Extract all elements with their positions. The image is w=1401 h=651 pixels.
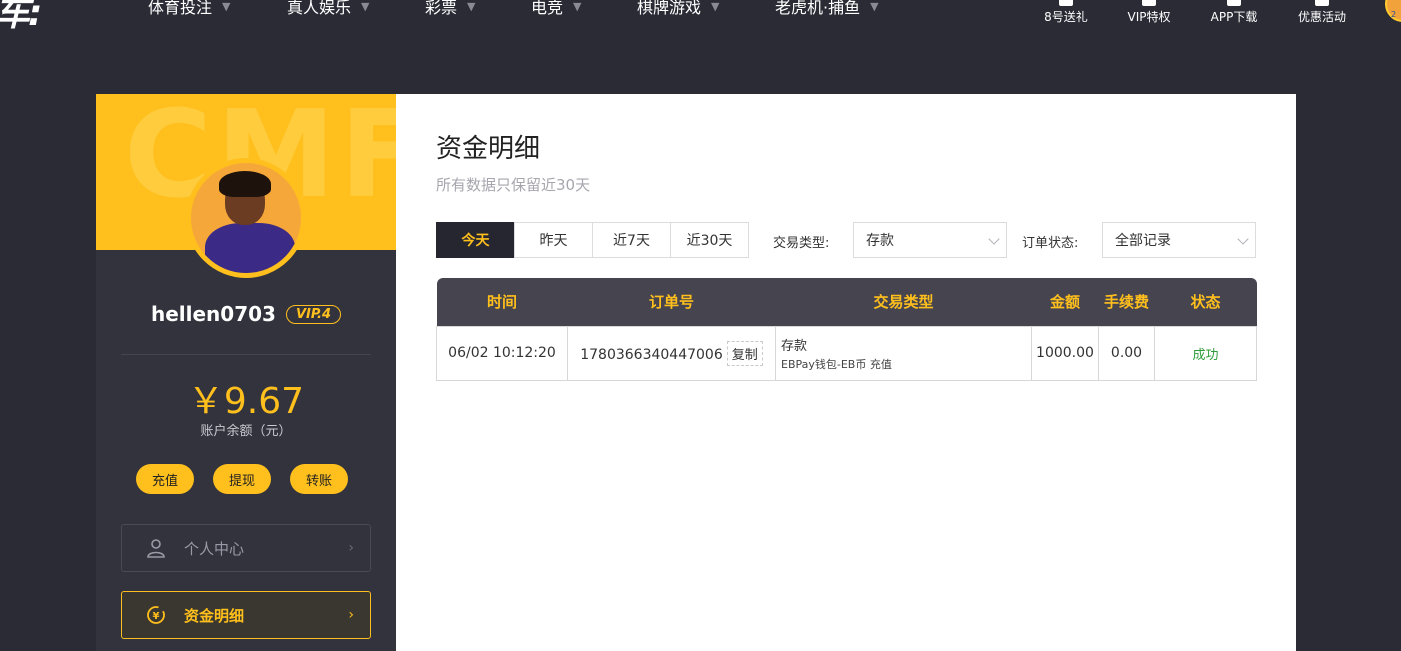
transfer-button[interactable]: 转账 xyxy=(290,464,348,494)
util-app-download[interactable]: APP下载 xyxy=(1199,0,1269,25)
type-select[interactable]: 存款 xyxy=(853,222,1007,258)
yen-coin-icon: ¥ xyxy=(146,605,166,625)
cell-amount: 1000.00 xyxy=(1031,325,1099,381)
column-header-amount: 金额 xyxy=(1031,278,1099,326)
divider xyxy=(121,354,371,355)
tab-yesterday[interactable]: 昨天 xyxy=(514,222,593,258)
type-select-value: 存款 xyxy=(866,233,894,249)
column-header-fee: 手续费 xyxy=(1098,278,1155,326)
util-app-download-label: APP下载 xyxy=(1210,10,1258,24)
cell-order-no: 1780366340447006 复制 xyxy=(567,325,776,381)
avatar-body xyxy=(205,223,295,273)
promo-icon xyxy=(1315,0,1329,6)
nav-card-games[interactable]: 棋牌游戏 ▼ xyxy=(637,0,720,17)
top-navbar: 车: 体育投注 ▼ 真人娱乐 ▼ 彩票 ▼ 电竞 ▼ 棋牌游戏 ▼ 老虎机·捕鱼… xyxy=(0,0,1401,40)
nav-sports[interactable]: 体育投注 ▼ xyxy=(148,0,231,17)
menu-item-label: 个人中心 xyxy=(184,539,245,558)
transaction-type-detail: EBPay钱包-EB币 充值 xyxy=(781,357,892,371)
cell-status: 成功 xyxy=(1154,325,1257,381)
gift-icon xyxy=(1059,0,1073,6)
page-subtitle: 所有数据只保留近30天 xyxy=(436,176,591,194)
nav-live-casino[interactable]: 真人娱乐 ▼ xyxy=(287,0,370,17)
order-number: 1780366340447006 xyxy=(580,346,723,363)
column-header-time: 时间 xyxy=(436,278,568,326)
nav-lottery-label: 彩票 xyxy=(425,0,458,17)
chevron-down-icon: ▼ xyxy=(711,0,720,13)
chevron-down-icon xyxy=(1237,233,1249,245)
page-title: 资金明细 xyxy=(436,134,541,164)
cell-type: 存款 EBPay钱包-EB币 充值 xyxy=(775,325,1032,381)
nav-card-games-label: 棋牌游戏 xyxy=(637,0,702,17)
profile-sidebar: CMF hellen0703 VIP.4 ￥9.67 账户余额（元） 充值 提现… xyxy=(96,94,396,651)
nav-slots-fishing-label: 老虎机·捕鱼 xyxy=(775,0,861,17)
avatar-badge: 2 xyxy=(1391,10,1397,19)
user-avatar[interactable]: 2 xyxy=(1385,0,1401,22)
tab-today[interactable]: 今天 xyxy=(436,222,515,258)
transaction-type: 存款 xyxy=(781,338,808,354)
type-filter-label: 交易类型: xyxy=(773,236,830,251)
tab-7-days[interactable]: 近7天 xyxy=(592,222,671,258)
nav-slots-fishing[interactable]: 老虎机·捕鱼 ▼ xyxy=(775,0,879,17)
status-select-value: 全部记录 xyxy=(1115,233,1171,249)
cell-time: 06/02 10:12:20 xyxy=(436,325,568,381)
column-header-type: 交易类型 xyxy=(775,278,1032,326)
chevron-down-icon: ▼ xyxy=(870,0,879,13)
util-gift[interactable]: 8号送礼 xyxy=(1031,0,1101,25)
username: hellen0703 xyxy=(150,302,276,326)
chevron-right-icon: › xyxy=(348,540,354,556)
nav-live-casino-label: 真人娱乐 xyxy=(287,0,352,17)
menu-item-fund-details[interactable]: ¥ 资金明细 › xyxy=(121,591,371,639)
balance-amount: ￥9.67 xyxy=(187,381,305,422)
util-gift-label: 8号送礼 xyxy=(1044,10,1088,24)
nav-esports[interactable]: 电竞 ▼ xyxy=(531,0,582,17)
nav-lottery[interactable]: 彩票 ▼ xyxy=(425,0,476,17)
svg-text:¥: ¥ xyxy=(153,611,160,622)
column-header-order-no: 订单号 xyxy=(567,278,776,326)
util-promotions-label: 优惠活动 xyxy=(1297,10,1346,24)
phone-icon xyxy=(1227,0,1241,6)
table-row: 06/02 10:12:20 1780366340447006 复制 存款 EBP… xyxy=(436,325,1257,381)
status-badge: 成功 xyxy=(1192,347,1219,363)
chevron-right-icon: › xyxy=(348,607,354,623)
util-promotions[interactable]: 优惠活动 xyxy=(1287,0,1357,25)
copy-button[interactable]: 复制 xyxy=(726,340,763,366)
chevron-down-icon: ▼ xyxy=(361,0,370,13)
util-vip[interactable]: VIP特权 xyxy=(1114,0,1184,25)
table-header-row: 时间 订单号 交易类型 金额 手续费 状态 xyxy=(436,278,1257,326)
date-range-tabs: 今天 昨天 近7天 近30天 xyxy=(436,222,749,258)
nav-esports-label: 电竞 xyxy=(531,0,564,17)
vip-icon xyxy=(1142,0,1156,6)
chevron-down-icon: ▼ xyxy=(467,0,476,13)
transactions-table: 时间 订单号 交易类型 金额 手续费 状态 06/02 10:12:20 178… xyxy=(436,278,1257,381)
username-row: hellen0703 VIP.4 xyxy=(96,302,396,326)
profile-avatar xyxy=(186,158,306,278)
balance-label: 账户余额（元） xyxy=(200,424,292,439)
column-header-status: 状态 xyxy=(1154,278,1257,326)
nav-sports-label: 体育投注 xyxy=(148,0,213,17)
tab-30-days[interactable]: 近30天 xyxy=(670,222,749,258)
site-logo[interactable]: 车: xyxy=(0,0,42,36)
withdraw-button[interactable]: 提现 xyxy=(213,464,271,494)
vip-badge: VIP.4 xyxy=(285,304,342,324)
deposit-button[interactable]: 充值 xyxy=(136,464,194,494)
main-content: 资金明细 所有数据只保留近30天 今天 昨天 近7天 近30天 交易类型: 存款… xyxy=(396,94,1296,651)
chevron-down-icon: ▼ xyxy=(222,0,231,13)
chevron-down-icon: ▼ xyxy=(573,0,582,13)
user-icon xyxy=(146,538,166,558)
chevron-down-icon xyxy=(988,233,1000,245)
util-vip-label: VIP特权 xyxy=(1127,10,1171,24)
avatar-hair xyxy=(219,171,271,197)
status-filter-label: 订单状态: xyxy=(1022,236,1079,251)
menu-item-personal-center[interactable]: 个人中心 › xyxy=(121,524,371,572)
status-select[interactable]: 全部记录 xyxy=(1102,222,1256,258)
menu-item-label: 资金明细 xyxy=(184,606,245,625)
cell-fee: 0.00 xyxy=(1098,325,1155,381)
